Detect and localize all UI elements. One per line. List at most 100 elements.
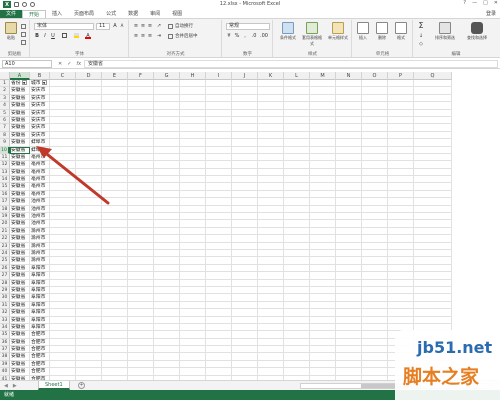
cell-l20[interactable] <box>284 220 310 228</box>
cell-c23[interactable] <box>50 242 76 250</box>
cell-c28[interactable] <box>50 279 76 287</box>
cell-d13[interactable] <box>76 168 102 177</box>
cell-o21[interactable] <box>362 227 388 236</box>
cell-d9[interactable] <box>76 139 102 147</box>
cell-k39[interactable] <box>258 360 284 369</box>
cell-j12[interactable] <box>232 161 258 169</box>
cell-b20[interactable]: 池州市 <box>30 220 50 228</box>
cell-i17[interactable] <box>206 198 232 206</box>
login-link[interactable]: 登录 <box>486 10 500 18</box>
cell-a26[interactable]: 安徽省 <box>10 264 30 273</box>
cell-i22[interactable] <box>206 235 232 243</box>
number-format-dropdown[interactable]: 常规 <box>226 23 270 30</box>
cell-o20[interactable] <box>362 220 388 228</box>
cell-e34[interactable] <box>102 323 128 332</box>
cell-j21[interactable] <box>232 227 258 236</box>
cell-g1[interactable] <box>154 80 180 88</box>
cell-b29[interactable]: 阜阳市 <box>30 286 50 295</box>
cell-h19[interactable] <box>180 213 206 221</box>
column-header-d[interactable]: D <box>76 72 102 80</box>
cell-b25[interactable]: 滁州市 <box>30 257 50 265</box>
cell-o12[interactable] <box>362 161 388 169</box>
cell-n31[interactable] <box>336 301 362 310</box>
cell-o18[interactable] <box>362 205 388 214</box>
cell-q15[interactable] <box>414 183 452 191</box>
cell-f30[interactable] <box>128 294 154 302</box>
cell-b39[interactable]: 合肥市 <box>30 360 50 369</box>
cell-l26[interactable] <box>284 264 310 273</box>
cell-a34[interactable]: 安徽省 <box>10 323 30 332</box>
cell-h32[interactable] <box>180 309 206 317</box>
cell-l28[interactable] <box>284 279 310 287</box>
cell-m27[interactable] <box>310 272 336 280</box>
cell-k8[interactable] <box>258 131 284 140</box>
cell-m25[interactable] <box>310 257 336 265</box>
cell-q23[interactable] <box>414 242 452 250</box>
minimize-button[interactable]: — <box>472 0 477 6</box>
cell-f29[interactable] <box>128 286 154 295</box>
cell-e10[interactable] <box>102 146 128 154</box>
tab-home[interactable]: 开始 <box>22 10 47 18</box>
column-header-m[interactable]: M <box>310 72 336 80</box>
cell-c24[interactable] <box>50 249 76 258</box>
cell-n2[interactable] <box>336 87 362 95</box>
cell-b33[interactable]: 阜阳市 <box>30 316 50 324</box>
cell-k28[interactable] <box>258 279 284 287</box>
cell-g10[interactable] <box>154 146 180 154</box>
cell-n32[interactable] <box>336 309 362 317</box>
cell-g11[interactable] <box>154 153 180 162</box>
cell-d35[interactable] <box>76 331 102 339</box>
cell-g8[interactable] <box>154 131 180 140</box>
cell-j9[interactable] <box>232 139 258 147</box>
cell-q3[interactable] <box>414 94 452 103</box>
cell-h11[interactable] <box>180 153 206 162</box>
comma-button[interactable]: , <box>242 33 248 39</box>
cell-d40[interactable] <box>76 368 102 376</box>
cell-g23[interactable] <box>154 242 180 250</box>
cell-o2[interactable] <box>362 87 388 95</box>
cell-l24[interactable] <box>284 249 310 258</box>
cell-p15[interactable] <box>388 183 414 191</box>
cell-g30[interactable] <box>154 294 180 302</box>
copy-button[interactable] <box>21 31 26 37</box>
cell-q18[interactable] <box>414 205 452 214</box>
cell-k21[interactable] <box>258 227 284 236</box>
cell-l30[interactable] <box>284 294 310 302</box>
cell-e2[interactable] <box>102 87 128 95</box>
cell-m5[interactable] <box>310 109 336 117</box>
cell-p26[interactable] <box>388 264 414 273</box>
row-header[interactable]: 11 <box>0 153 10 162</box>
cell-k7[interactable] <box>258 124 284 132</box>
cell-f5[interactable] <box>128 109 154 117</box>
cell-g4[interactable] <box>154 102 180 110</box>
cell-p18[interactable] <box>388 205 414 214</box>
cell-q17[interactable] <box>414 198 452 206</box>
cell-b3[interactable]: 安庆市 <box>30 94 50 103</box>
cell-p6[interactable] <box>388 116 414 125</box>
cell-q9[interactable] <box>414 139 452 147</box>
cell-o36[interactable] <box>362 338 388 347</box>
align-left-button[interactable]: ≡ <box>133 33 139 39</box>
cell-k1[interactable] <box>258 80 284 88</box>
cell-d18[interactable] <box>76 205 102 214</box>
cell-j36[interactable] <box>232 338 258 347</box>
cell-a19[interactable]: 安徽省 <box>10 213 30 221</box>
cell-o29[interactable] <box>362 286 388 295</box>
cell-l37[interactable] <box>284 346 310 354</box>
cell-m36[interactable] <box>310 338 336 347</box>
font-color-button[interactable]: A <box>85 33 91 39</box>
cell-a23[interactable]: 安徽省 <box>10 242 30 250</box>
cell-c26[interactable] <box>50 264 76 273</box>
cell-g25[interactable] <box>154 257 180 265</box>
tab-review[interactable]: 审阅 <box>144 10 166 18</box>
cell-o27[interactable] <box>362 272 388 280</box>
cell-g31[interactable] <box>154 301 180 310</box>
row-header[interactable]: 32 <box>0 309 10 317</box>
cell-a32[interactable]: 安徽省 <box>10 309 30 317</box>
cell-j10[interactable] <box>232 146 258 154</box>
cell-g5[interactable] <box>154 109 180 117</box>
cell-l33[interactable] <box>284 316 310 324</box>
cell-f11[interactable] <box>128 153 154 162</box>
cell-h22[interactable] <box>180 235 206 243</box>
cell-o28[interactable] <box>362 279 388 287</box>
